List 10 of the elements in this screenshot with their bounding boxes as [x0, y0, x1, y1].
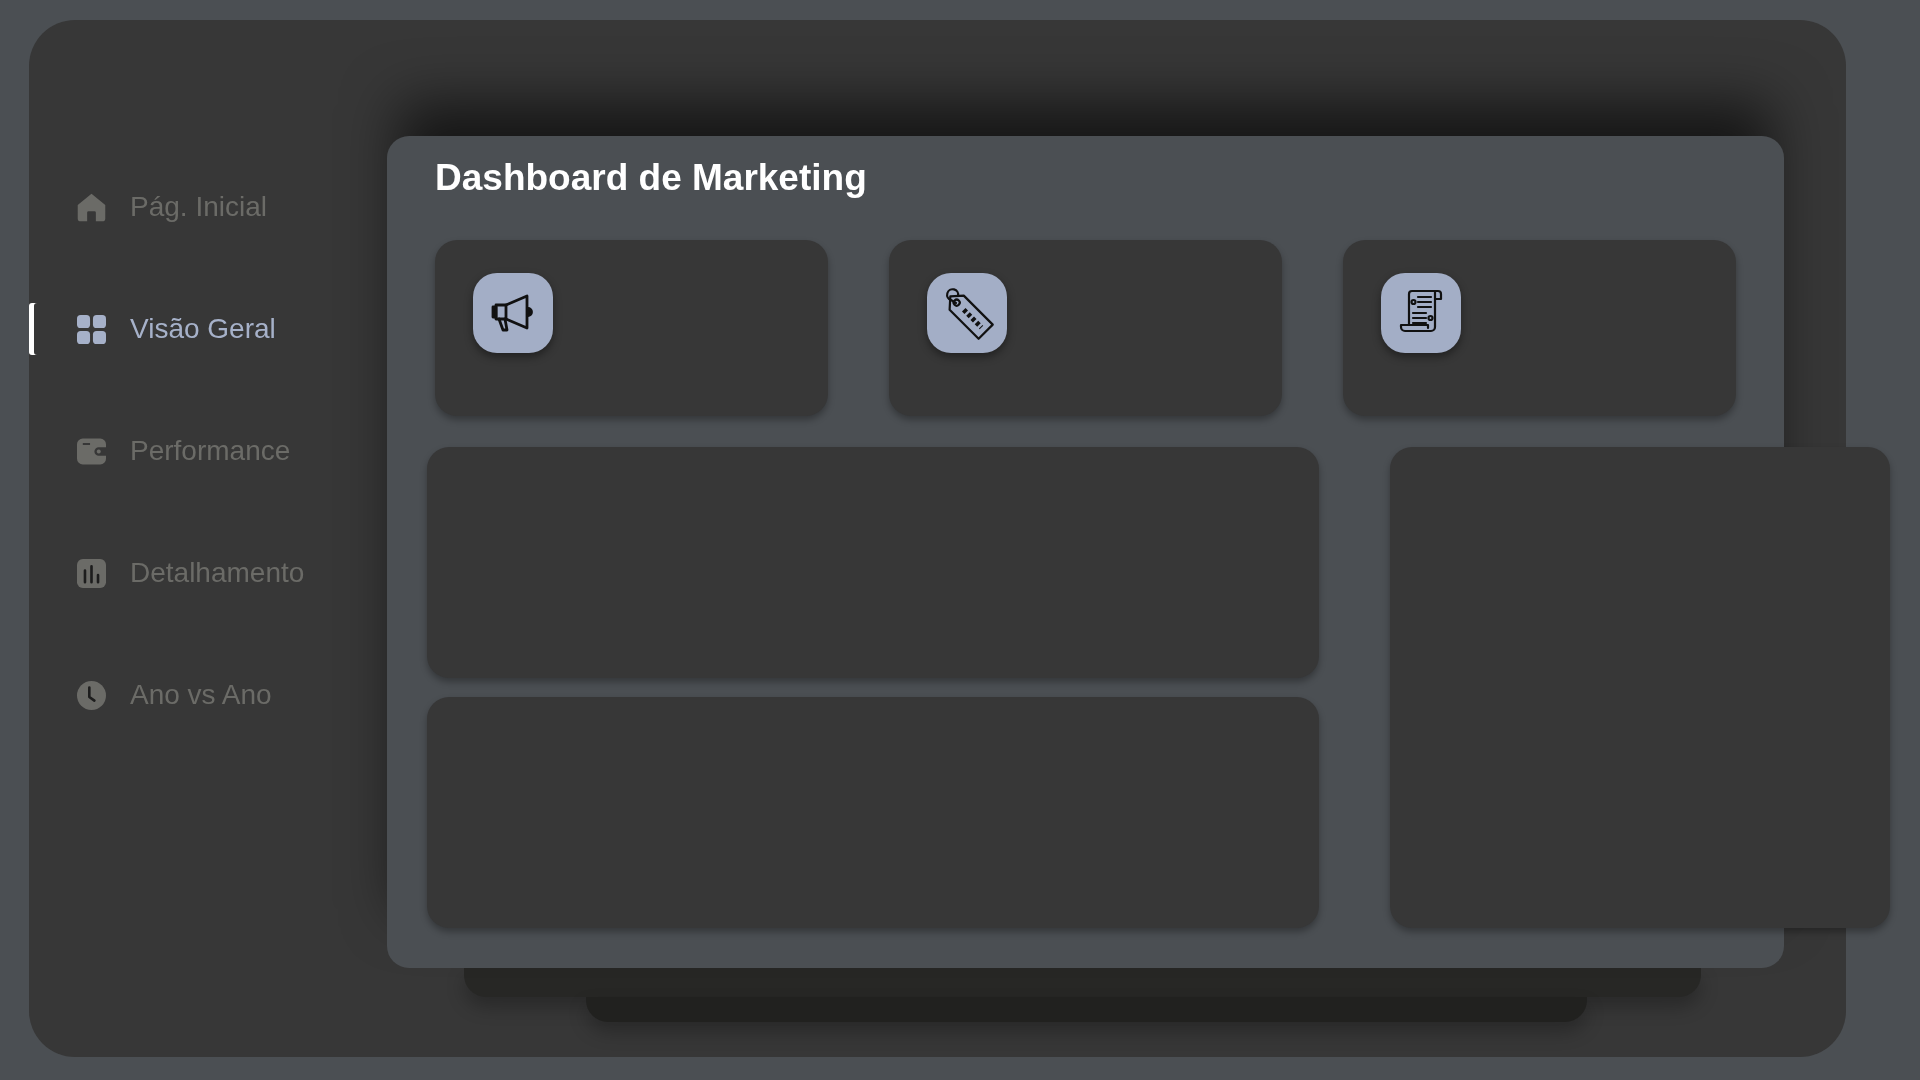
megaphone-icon — [473, 273, 553, 353]
clock-icon — [77, 680, 106, 710]
dashboard-title: Dashboard de Marketing — [435, 156, 867, 200]
price-tag-icon — [927, 273, 1007, 353]
bar-chart-icon — [77, 558, 106, 588]
wallet-icon — [77, 436, 106, 466]
grid-icon — [77, 314, 106, 344]
receipt-icon — [1381, 273, 1461, 353]
sidebar-item[interactable]: Visão Geral — [29, 303, 284, 355]
home-icon — [77, 192, 106, 222]
